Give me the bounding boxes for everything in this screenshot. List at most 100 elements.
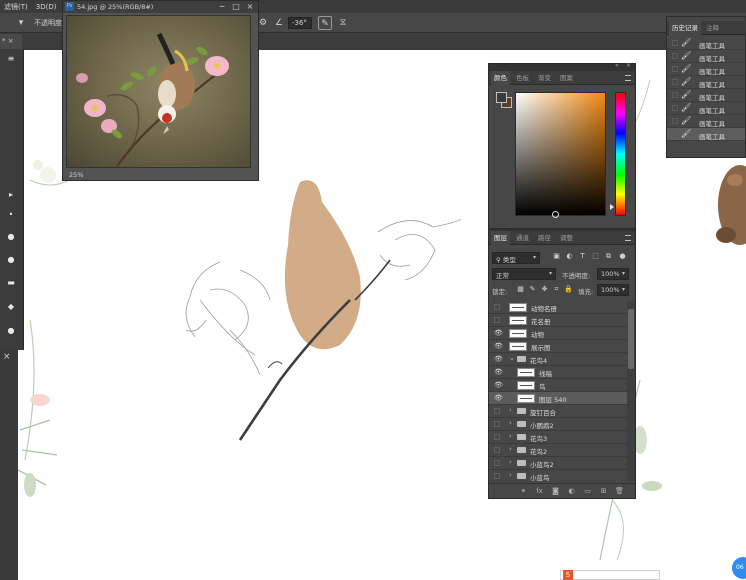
layer-name[interactable]: 花名册 [531, 316, 551, 326]
layer-name[interactable]: 小蓝鸟 [530, 472, 550, 481]
layer-filter-select[interactable]: ⚲ 类型 ▾ [492, 252, 540, 264]
panel-menu-icon[interactable] [625, 235, 631, 241]
panel-grip[interactable]: « × [489, 62, 635, 71]
layer-name[interactable]: 花鸟4 [530, 355, 547, 365]
saturation-value-field[interactable] [515, 92, 606, 218]
tab-history[interactable]: 历史记录 [669, 21, 701, 35]
blend-mode-select[interactable]: 正常 ▾ [492, 268, 556, 280]
close-icon[interactable]: × [626, 62, 631, 69]
layer-name[interactable]: 花鸟3 [530, 433, 547, 443]
layer-row[interactable]: 👁 展示图 [489, 340, 627, 353]
lock-position-icon[interactable]: ✥ [540, 285, 549, 294]
history-item[interactable]: 🖌 画笔工具 [667, 115, 745, 128]
history-item[interactable]: 🖌 画笔工具 [667, 102, 745, 115]
chevron-right-icon[interactable]: › [509, 406, 512, 414]
history-snapshot-box[interactable] [672, 40, 678, 46]
tab-swatches[interactable]: 色板 [513, 71, 532, 85]
menu-3d[interactable]: 3D(D) [32, 3, 61, 11]
symmetry-icon[interactable]: ⧖ [336, 16, 350, 30]
layer-row[interactable]: 动物名册 [489, 301, 627, 314]
layer-group-row[interactable]: › 小蓝鸟2 [489, 457, 627, 470]
adjustment-layer-icon[interactable]: ◐ [567, 487, 576, 496]
chevron-right-icon[interactable]: › [509, 471, 512, 479]
filter-toggle-icon[interactable]: ● [618, 252, 627, 261]
pressure-size-icon[interactable]: ✎ [318, 16, 332, 30]
chevron-right-icon[interactable]: › [509, 458, 512, 466]
tab-layers[interactable]: 图层 [491, 231, 510, 245]
eye-icon[interactable]: 👁 [494, 342, 503, 350]
layer-group-row[interactable]: › 花鸟3 [489, 431, 627, 444]
history-item[interactable]: 🖌 画笔工具 [667, 76, 745, 89]
chevron-right-icon[interactable]: › [509, 432, 512, 440]
history-item[interactable]: 🖌 画笔工具 [667, 128, 745, 141]
fx-icon[interactable]: fx [535, 487, 544, 496]
layer-thumbnail[interactable] [509, 329, 527, 338]
tab-notes[interactable]: 注释 [703, 21, 722, 35]
lock-transparent-icon[interactable]: ▦ [516, 285, 525, 294]
layer-thumbnail[interactable] [509, 342, 527, 351]
layer-name[interactable]: 鸟 [539, 381, 546, 391]
layer-group-row[interactable]: › 旋钉百合 [489, 405, 627, 418]
layer-thumbnail[interactable] [517, 394, 535, 403]
visibility-toggle[interactable] [494, 317, 500, 323]
chevron-right-icon[interactable]: › [509, 419, 512, 427]
eye-icon[interactable]: 👁 [494, 355, 503, 363]
layer-name[interactable]: 动物 [531, 329, 544, 339]
smart-object-filter-icon[interactable]: ⧉ [604, 252, 613, 261]
layer-name[interactable]: 小蓝鸟2 [530, 459, 554, 469]
visibility-toggle[interactable] [494, 408, 500, 414]
tab-patterns[interactable]: 图案 [557, 71, 576, 85]
panel-menu-icon[interactable]: ≡ [4, 54, 18, 64]
layer-list-scroll-thumb[interactable] [628, 309, 634, 369]
tab-paths[interactable]: 路径 [535, 231, 554, 245]
pixel-filter-icon[interactable]: ▣ [552, 252, 561, 261]
close-icon[interactable]: × [243, 1, 257, 13]
tab-adjustments[interactable]: 调整 [557, 231, 576, 245]
layer-row[interactable]: 👁 线稿 [489, 366, 627, 379]
lock-all-icon[interactable]: 🔒 [564, 285, 573, 294]
document-tab[interactable]: * × [0, 34, 22, 49]
layer-name[interactable]: 小鹦鹉2 [530, 420, 554, 430]
layer-row[interactable]: 👁 鸟 [489, 379, 627, 392]
brush-tip-icon[interactable]: ● [4, 326, 18, 336]
panel-menu-icon[interactable] [625, 75, 631, 81]
input-method-toolbar[interactable]: S [560, 570, 660, 580]
chevron-down-icon[interactable]: ▾ [14, 16, 28, 30]
new-group-icon[interactable]: ▭ [583, 487, 592, 496]
layer-thumbnail[interactable] [509, 316, 527, 325]
delete-layer-icon[interactable]: 🗑 [615, 487, 624, 496]
history-snapshot-box[interactable] [672, 131, 678, 137]
history-snapshot-box[interactable] [672, 53, 678, 59]
layer-name[interactable]: 花鸟2 [530, 446, 547, 456]
chevron-right-icon[interactable]: › [509, 445, 512, 453]
history-item[interactable]: 🖌 画笔工具 [667, 89, 745, 102]
history-snapshot-box[interactable] [672, 79, 678, 85]
angle-field[interactable]: -36° [288, 17, 312, 29]
close-icon[interactable]: × [3, 352, 11, 362]
brush-tip-icon[interactable]: ● [4, 232, 18, 242]
lock-artboard-icon[interactable]: ⌗ [552, 285, 561, 294]
menu-filter[interactable]: 滤镜(T) [0, 2, 32, 12]
history-snapshot-box[interactable] [672, 105, 678, 111]
new-layer-icon[interactable]: ⊞ [599, 487, 608, 496]
layer-thumbnail[interactable] [509, 303, 527, 312]
brush-tip-icon[interactable]: ▸ [4, 190, 18, 200]
shape-filter-icon[interactable]: ⬚ [591, 252, 600, 261]
hue-slider[interactable] [615, 92, 626, 216]
lock-image-icon[interactable]: ✎ [528, 285, 537, 294]
eye-icon[interactable]: 👁 [494, 394, 503, 402]
brush-tip-icon[interactable]: • [4, 210, 18, 220]
layer-group-row[interactable]: 👁 ⌄ 花鸟4 [489, 353, 627, 366]
layer-group-row[interactable]: › 花鸟2 [489, 444, 627, 457]
minimize-icon[interactable]: ─ [215, 1, 229, 13]
brush-tip-icon[interactable]: ● [4, 255, 18, 265]
tab-color[interactable]: 颜色 [491, 71, 510, 85]
layer-group-row[interactable]: › 小蓝鸟 [489, 470, 627, 481]
visibility-toggle[interactable] [494, 447, 500, 453]
layer-thumbnail[interactable] [517, 368, 535, 377]
tab-channels[interactable]: 通道 [513, 231, 532, 245]
link-layers-icon[interactable]: ⚭ [519, 487, 528, 496]
tab-gradients[interactable]: 渐变 [535, 71, 554, 85]
layer-name[interactable]: 动物名册 [531, 303, 557, 313]
adjustment-filter-icon[interactable]: ◐ [565, 252, 574, 261]
